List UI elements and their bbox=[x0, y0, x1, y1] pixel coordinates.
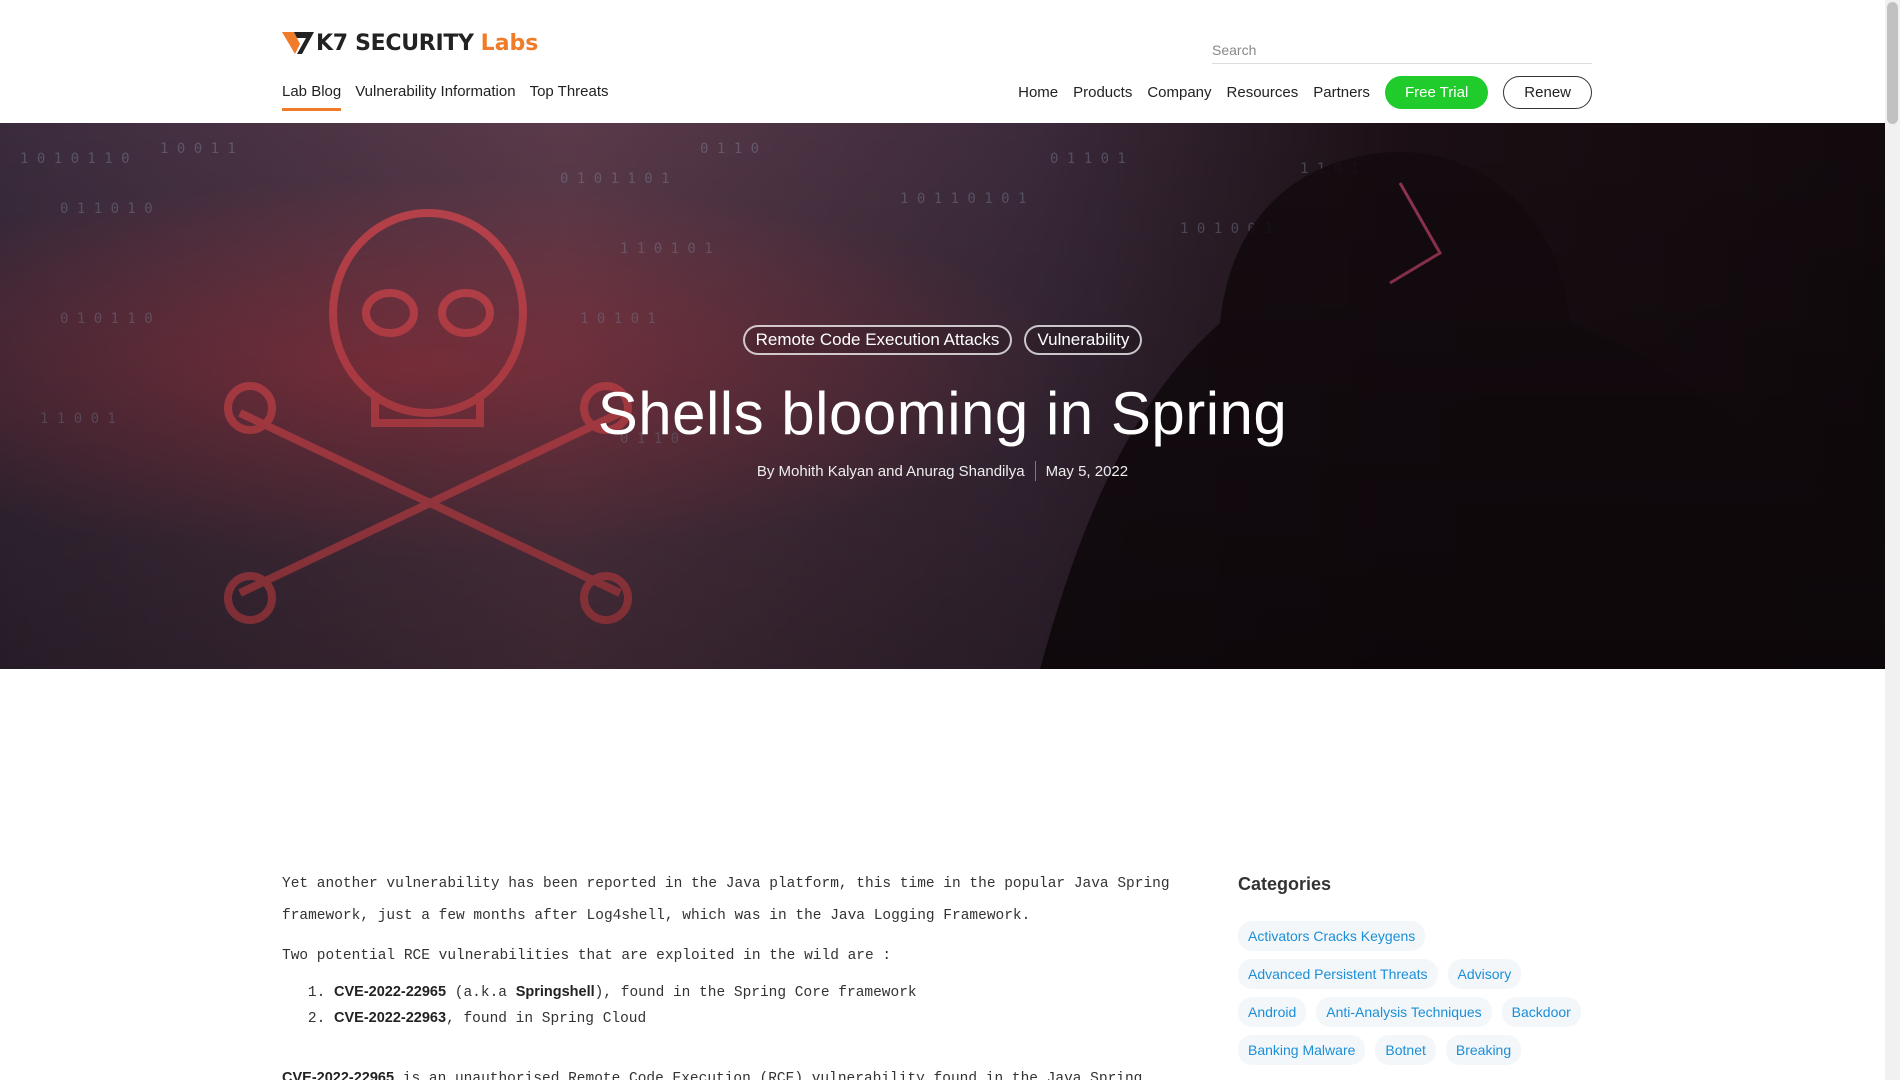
logo-labs-text: Labs bbox=[480, 30, 539, 56]
category-link[interactable]: Banking Malware bbox=[1238, 1035, 1366, 1065]
post-tags: Remote Code Execution Attacks Vulnerabil… bbox=[0, 325, 1885, 355]
category-link[interactable]: Botnet bbox=[1375, 1035, 1436, 1065]
meta-divider bbox=[1034, 461, 1036, 481]
article-paragraph: Yet another vulnerability has been repor… bbox=[282, 876, 1170, 924]
category-link[interactable]: Advanced Persistent Threats bbox=[1238, 959, 1438, 989]
categories-sidebar: Categories Activators Cracks Keygens Adv… bbox=[1238, 874, 1598, 1065]
nav-top-threats[interactable]: Top Threats bbox=[530, 83, 609, 111]
nav-partners[interactable]: Partners bbox=[1313, 84, 1370, 101]
cve-list: CVE-2022-22965 (a.k.a Springshell), foun… bbox=[334, 980, 1187, 1032]
category-link[interactable]: Android bbox=[1238, 997, 1307, 1027]
page: K7 SECURITY Labs Lab Blog Vulnerability … bbox=[0, 0, 1900, 1080]
category-link[interactable]: Anti-Analysis Techniques bbox=[1316, 997, 1492, 1027]
search-input[interactable] bbox=[1212, 38, 1592, 62]
cve-id: CVE-2022-22965 bbox=[334, 984, 447, 1000]
list-text: (a.k.a bbox=[446, 985, 516, 1001]
categories-title: Categories bbox=[1238, 874, 1332, 894]
category-link[interactable]: Activators Cracks Keygens bbox=[1238, 921, 1426, 951]
list-item: CVE-2022-22965 (a.k.a Springshell), foun… bbox=[334, 980, 1187, 1006]
cve-alias: Springshell bbox=[515, 984, 595, 1000]
category-link[interactable]: Breaking bbox=[1445, 1035, 1522, 1065]
logo-brand-text: K7 SECURITY bbox=[316, 30, 474, 56]
tag-vulnerability[interactable]: Vulnerability bbox=[1024, 325, 1143, 355]
main-nav: Home Products Company Resources Partners… bbox=[1018, 76, 1592, 109]
nav-lab-blog[interactable]: Lab Blog bbox=[282, 83, 342, 111]
post-meta: By Mohith Kalyan and Anurag Shandilya Ma… bbox=[0, 461, 1885, 481]
paragraph-text: is an unauthorised Remote Code Execution… bbox=[394, 1071, 1143, 1080]
nav-resources[interactable]: Resources bbox=[1227, 84, 1299, 101]
article-paragraph: CVE-2022-22965 is an unauthorised Remote… bbox=[282, 1062, 1187, 1080]
nav-company[interactable]: Company bbox=[1147, 84, 1211, 101]
nav-vulnerability-information[interactable]: Vulnerability Information bbox=[355, 83, 515, 111]
article-body: Yet another vulnerability has been repor… bbox=[282, 868, 1187, 1080]
list-text: , found in Spring Cloud bbox=[446, 1011, 647, 1027]
list-item: CVE-2022-22963, found in Spring Cloud bbox=[334, 1006, 1187, 1032]
nav-home[interactable]: Home bbox=[1018, 84, 1058, 101]
k7-logo[interactable]: K7 SECURITY Labs bbox=[282, 30, 538, 56]
nav-products[interactable]: Products bbox=[1073, 84, 1132, 101]
page-scrollbar[interactable] bbox=[1885, 0, 1900, 1080]
hero-banner: 1 0 1 0 1 1 00 1 1 0 1 0 1 0 0 1 10 1 0 … bbox=[0, 123, 1885, 669]
cve-id: CVE-2022-22965 bbox=[282, 1070, 395, 1080]
post-date: May 5, 2022 bbox=[1045, 462, 1129, 480]
hero-content: Remote Code Execution Attacks Vulnerabil… bbox=[0, 123, 1885, 669]
scrollbar-thumb[interactable] bbox=[1887, 2, 1898, 124]
post-title: Shells blooming in Spring bbox=[597, 380, 1288, 447]
renew-button[interactable]: Renew bbox=[1503, 76, 1592, 109]
post-authors[interactable]: By Mohith Kalyan and Anurag Shandilya bbox=[757, 463, 1025, 480]
k7-logo-icon bbox=[282, 32, 314, 54]
article-paragraph: Two potential RCE vulnerabilities that a… bbox=[282, 948, 892, 964]
tag-remote-code-execution[interactable]: Remote Code Execution Attacks bbox=[742, 325, 1013, 355]
lab-nav: Lab Blog Vulnerability Information Top T… bbox=[282, 83, 609, 111]
category-link[interactable]: Backdoor bbox=[1501, 997, 1581, 1027]
cve-id: CVE-2022-22963 bbox=[334, 1010, 447, 1026]
search-field bbox=[1212, 38, 1592, 64]
free-trial-button[interactable]: Free Trial bbox=[1384, 76, 1489, 109]
site-header: K7 SECURITY Labs Lab Blog Vulnerability … bbox=[0, 0, 1885, 123]
list-text: ), found in the Spring Core framework bbox=[594, 985, 917, 1001]
category-link[interactable]: Advisory bbox=[1447, 959, 1522, 989]
category-list: Activators Cracks Keygens Advanced Persi… bbox=[1238, 921, 1598, 1065]
